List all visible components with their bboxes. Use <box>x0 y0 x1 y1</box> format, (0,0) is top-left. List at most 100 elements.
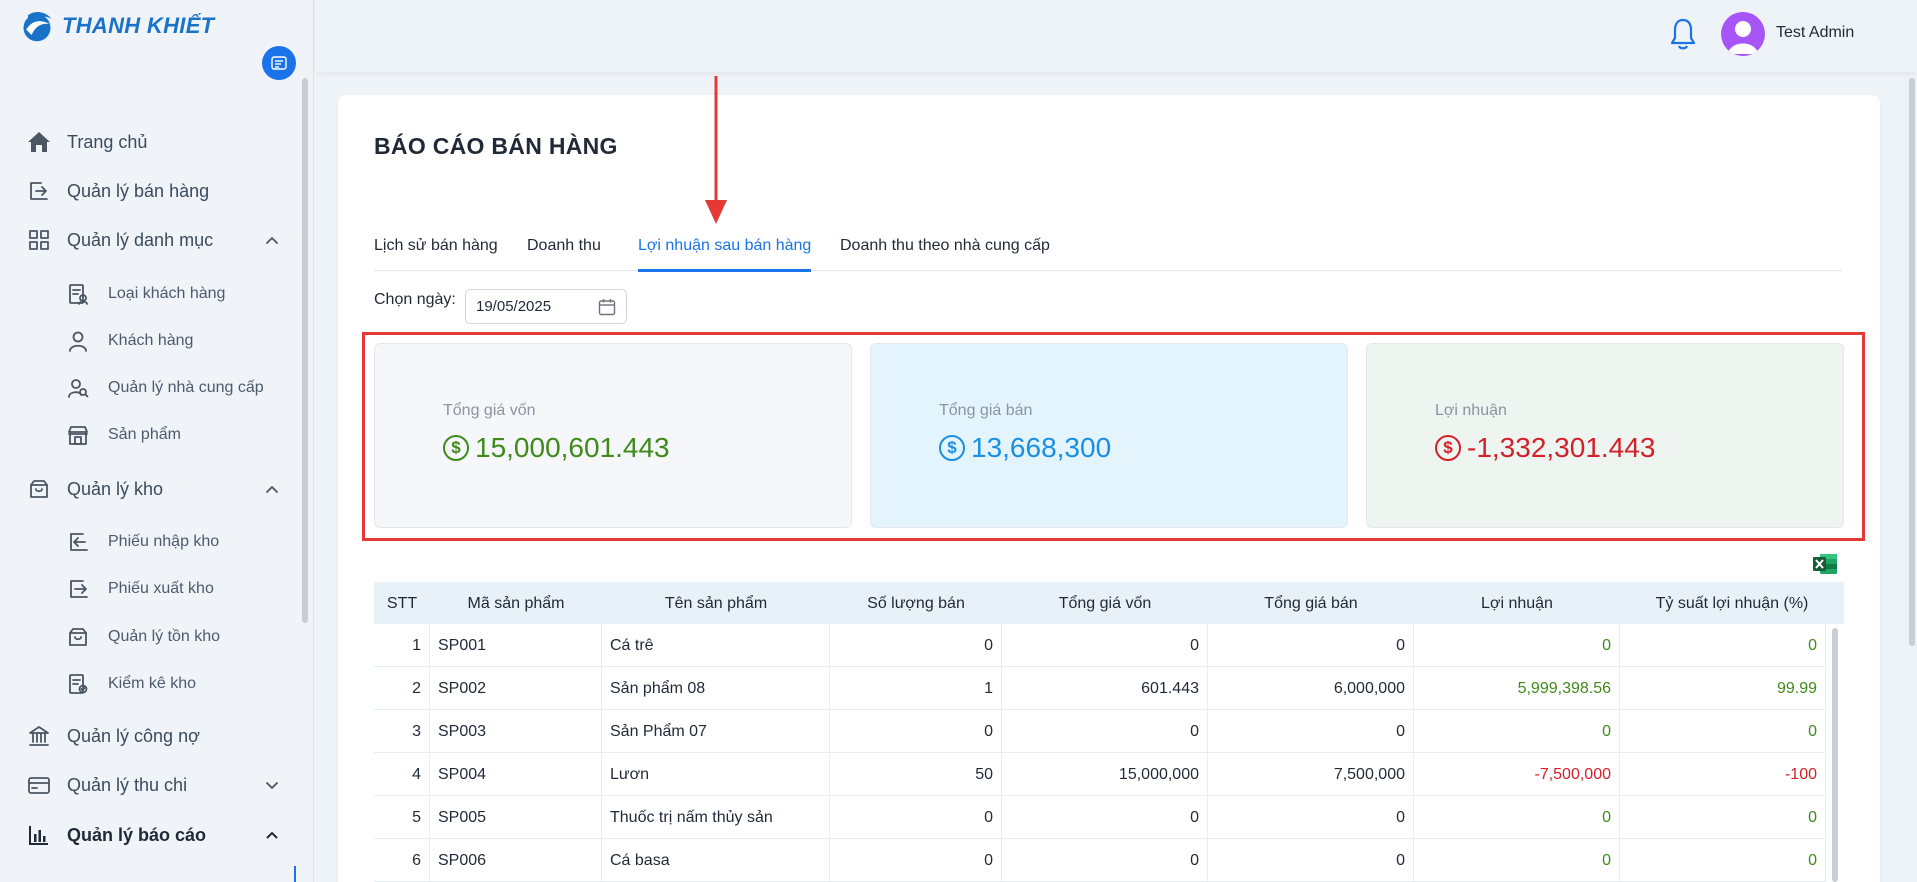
table-cell: 0 <box>830 710 1002 753</box>
table-cell: 50 <box>830 753 1002 796</box>
brand-logo[interactable]: THANH KHIẾT <box>18 8 214 44</box>
chart-icon <box>26 822 52 848</box>
column-header[interactable]: Tên sản phẩm <box>602 595 830 613</box>
page-title: BÁO CÁO BÁN HÀNG <box>374 133 618 159</box>
tab-sales-history[interactable]: Lịch sử bán hàng <box>374 237 498 271</box>
sidebar-item-stocktake[interactable]: Kiểm kê kho <box>0 666 300 702</box>
table-cell: 0 <box>1208 839 1414 882</box>
sidebar-item-label: Sản phẩm <box>108 426 181 443</box>
bell-icon[interactable] <box>1668 17 1698 51</box>
user-icon <box>66 329 90 353</box>
table-cell: Sản phẩm 08 <box>602 667 830 710</box>
date-picker-input[interactable]: 19/05/2025 <box>465 289 627 324</box>
column-header[interactable]: Số lượng bán <box>830 595 1002 613</box>
table-cell: 4 <box>374 753 430 796</box>
table-cell: -100 <box>1620 753 1826 796</box>
column-header[interactable]: Tỷ suất lợi nhuận (%) <box>1620 595 1844 613</box>
tab-revenue[interactable]: Doanh thu <box>527 237 601 271</box>
sidebar-item-catalog[interactable]: Quản lý danh mục <box>0 220 300 260</box>
table-cell: 0 <box>1002 710 1208 753</box>
table-scrollbar[interactable] <box>1832 628 1838 882</box>
sidebar-item-label: Quản lý công nợ <box>67 725 200 746</box>
table-cell: -7,500,000 <box>1414 753 1620 796</box>
table-cell: SP004 <box>430 753 602 796</box>
date-value: 19/05/2025 <box>476 298 552 315</box>
table-cell: 0 <box>1620 624 1826 667</box>
sidebar-item-home[interactable]: Trang chủ <box>0 122 300 162</box>
table-cell: 0 <box>830 839 1002 882</box>
table-cell: 6 <box>374 839 430 882</box>
sidebar-item-stock-in[interactable]: Phiếu nhập kho <box>0 524 300 560</box>
column-header[interactable]: Lợi nhuận <box>1414 595 1620 613</box>
chevron-up-icon[interactable] <box>262 479 282 499</box>
table-row[interactable]: 2 SP002 Sản phẩm 08 1 601.443 6,000,000 5,999,… <box>374 667 1826 710</box>
menu-collapse-icon <box>271 56 287 70</box>
sidebar-item-suppliers[interactable]: Quản lý nhà cung cấp <box>0 370 300 406</box>
table-cell: SP002 <box>430 667 602 710</box>
bank-icon <box>26 723 52 749</box>
calendar-icon[interactable] <box>598 298 616 316</box>
sidebar-item-warehouse[interactable]: Quản lý kho <box>0 469 300 509</box>
sidebar-item-products[interactable]: Sản phẩm <box>0 417 300 453</box>
table-cell: Cá trê <box>602 624 830 667</box>
sidebar-item-sales[interactable]: Quản lý bán hàng <box>0 171 300 211</box>
table-row[interactable]: 1 SP001 Cá trê 0 0 0 0 0 <box>374 624 1826 667</box>
table-cell: 3 <box>374 710 430 753</box>
sidebar-item-debt[interactable]: Quản lý công nợ <box>0 716 300 756</box>
sidebar-item-label: Trang chủ <box>67 131 148 152</box>
sidebar-item-stock-out[interactable]: Phiếu xuất kho <box>0 571 300 607</box>
table-cell: 6,000,000 <box>1208 667 1414 710</box>
table-cell: 601.443 <box>1002 667 1208 710</box>
table-row[interactable]: 6 SP006 Cá basa 0 0 0 0 0 <box>374 839 1826 882</box>
table-cell: Lươn <box>602 753 830 796</box>
chevron-up-icon[interactable] <box>262 825 282 845</box>
sidebar-item-label: Quản lý danh mục <box>67 229 214 250</box>
column-header[interactable]: Tổng giá bán <box>1208 595 1414 613</box>
sidebar-scrollbar[interactable] <box>302 78 308 623</box>
sidebar-item-customers[interactable]: Khách hàng <box>0 323 300 359</box>
table-cell: SP006 <box>430 839 602 882</box>
table-cell: 15,000,000 <box>1002 753 1208 796</box>
sidebar-item-label: Phiếu nhập kho <box>108 533 220 550</box>
sidebar-item-label: Loại khách hàng <box>108 285 226 302</box>
tab-profit-after-sales[interactable]: Lợi nhuận sau bán hàng <box>638 237 812 272</box>
chevron-up-icon[interactable] <box>262 230 282 250</box>
table-cell: 0 <box>1002 839 1208 882</box>
table-row[interactable]: 3 SP003 Sản Phẩm 07 0 0 0 0 0 <box>374 710 1826 753</box>
tab-revenue-by-supplier[interactable]: Doanh thu theo nhà cung cấp <box>840 237 1050 271</box>
table-row[interactable]: 4 SP004 Lươn 50 15,000,000 7,500,000 -7,500,00… <box>374 753 1826 796</box>
table-row[interactable]: 5 SP005 Thuốc trị nấm thủy sản 0 0 0 0 0 <box>374 796 1826 839</box>
sidebar-item-reports[interactable]: Quản lý báo cáo <box>0 815 300 855</box>
sidebar-item-customer-types[interactable]: Loại khách hàng <box>0 276 300 312</box>
sidebar-item-label: Phiếu xuất kho <box>108 580 214 597</box>
sidebar-toggle-button[interactable] <box>262 46 296 80</box>
sidebar: THANH KHIẾT Trang chủ Quản lý bán hàng Q… <box>0 0 314 882</box>
wallet-icon <box>26 772 52 798</box>
table-cell: 0 <box>1414 796 1620 839</box>
table-cell: 5,999,398.56 <box>1414 667 1620 710</box>
user-name[interactable]: Test Admin <box>1776 24 1854 42</box>
logo-icon <box>23 12 52 42</box>
sidebar-active-indicator <box>294 866 296 882</box>
avatar[interactable] <box>1721 12 1765 56</box>
sidebar-item-cashflow[interactable]: Quản lý thu chi <box>0 765 300 805</box>
sidebar-item-inventory[interactable]: Quản lý tồn kho <box>0 619 300 655</box>
table-cell: 0 <box>1002 624 1208 667</box>
table-cell: 0 <box>1414 710 1620 753</box>
table-cell: 0 <box>1414 839 1620 882</box>
excel-export-icon[interactable] <box>1813 552 1838 576</box>
table-cell: 0 <box>1002 796 1208 839</box>
table-cell: SP001 <box>430 624 602 667</box>
store-icon <box>66 423 90 447</box>
column-header[interactable]: Mã sản phẩm <box>430 595 602 613</box>
table-cell: 1 <box>830 667 1002 710</box>
table-cell: 7,500,000 <box>1208 753 1414 796</box>
table-cell: 1 <box>374 624 430 667</box>
column-header[interactable]: Tổng giá vốn <box>1002 595 1208 613</box>
page-scrollbar[interactable] <box>1909 78 1915 646</box>
column-header[interactable]: STT <box>374 595 430 613</box>
table-cell: Thuốc trị nấm thủy sản <box>602 796 830 839</box>
stocktake-icon <box>66 672 90 696</box>
chevron-down-icon[interactable] <box>262 775 282 795</box>
report-tabs: Lịch sử bán hàng Doanh thu Lợi nhuận sau… <box>374 225 1842 272</box>
